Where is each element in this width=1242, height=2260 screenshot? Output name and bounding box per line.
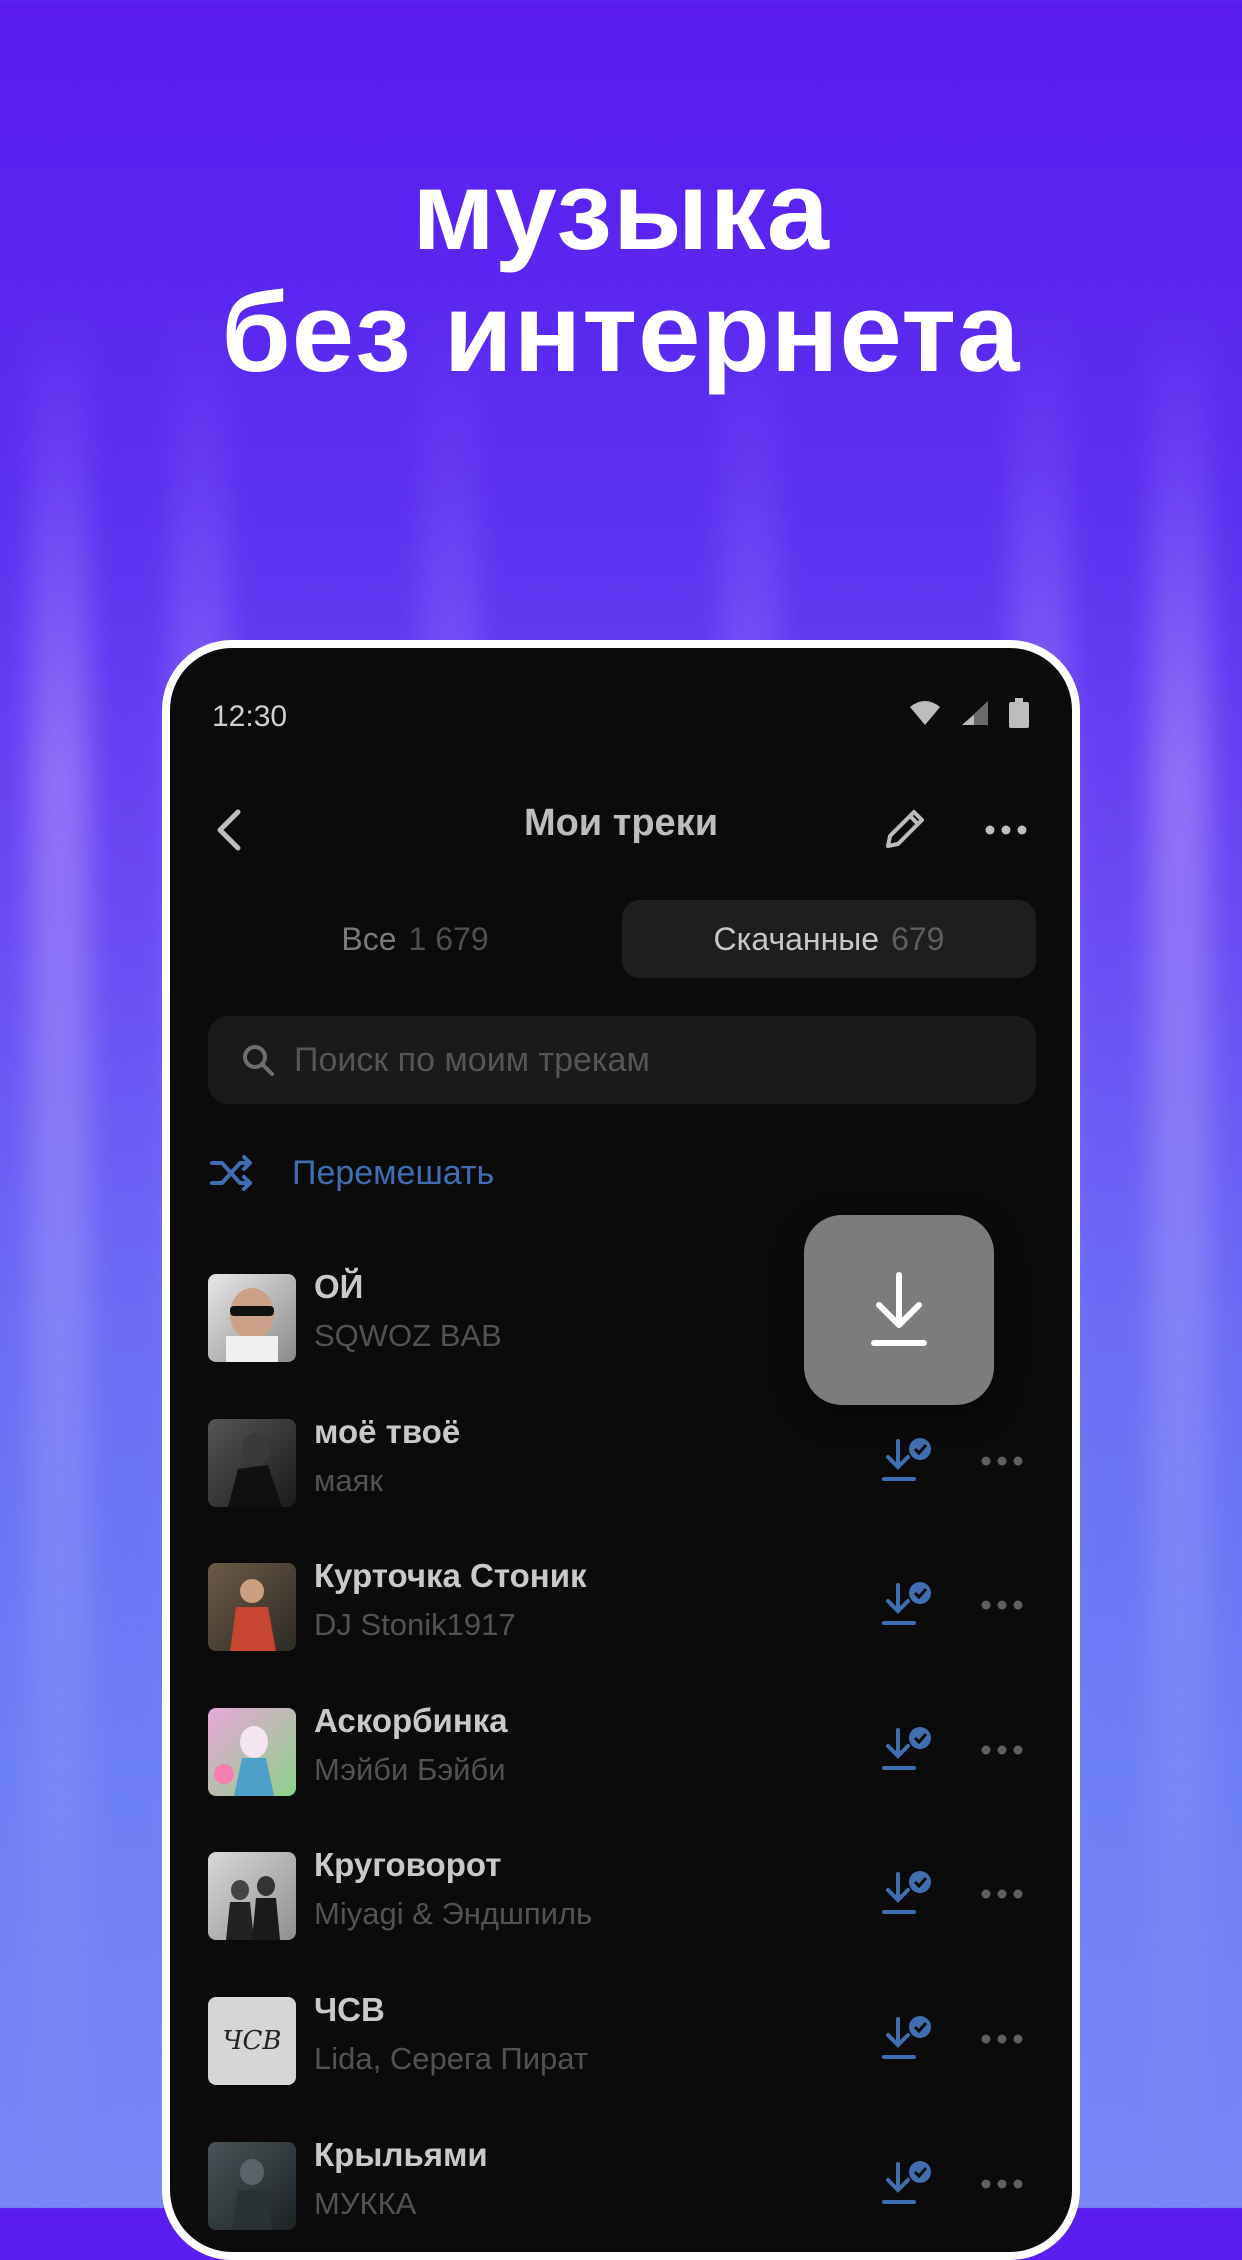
tab-all-count: 1 679	[408, 920, 489, 957]
track-artist: Lida, Серега Пират	[314, 2041, 589, 2076]
track-artist: Мэйби Бэйби	[314, 1752, 506, 1787]
page-title: Мои треки	[523, 802, 719, 844]
track-artist: DJ Stonik1917	[314, 1607, 516, 1642]
track-row[interactable]: моё твоё маяк	[208, 1413, 1036, 1513]
battery-icon	[1009, 698, 1029, 728]
tab-downloaded-count: 679	[891, 920, 945, 957]
track-title: Курточка Стоник	[314, 1557, 587, 1594]
download-arrow-icon	[871, 1272, 927, 1346]
more-dots-icon[interactable]	[972, 2162, 1032, 2206]
downloaded-check-icon[interactable]	[880, 1724, 936, 1778]
more-dots-icon[interactable]	[972, 1583, 1032, 1627]
more-dots-icon[interactable]	[972, 1439, 1032, 1483]
status-time: 12:30	[212, 700, 288, 733]
track-title: моё твоё	[314, 1413, 461, 1450]
signal-icon	[962, 701, 988, 725]
downloaded-check-icon[interactable]	[880, 1435, 936, 1489]
track-artist: маяк	[314, 1463, 383, 1498]
track-cover	[208, 1563, 296, 1651]
track-row[interactable]: Крыльями МУККА	[208, 2136, 1036, 2236]
downloaded-check-icon[interactable]	[880, 1579, 936, 1633]
phone-frame: 12:30 Мои треки Все 1 679 Скачанные 679 …	[162, 640, 1080, 2260]
tab-bar: Все 1 679 Скачанные 679	[208, 900, 1036, 978]
background-streak	[1150, 300, 1210, 2208]
track-cover	[208, 1708, 296, 1796]
edit-pencil-icon[interactable]	[876, 802, 932, 858]
track-artist: МУККА	[314, 2186, 417, 2221]
shuffle-icon	[210, 1155, 252, 1191]
track-title: ОЙ	[314, 1268, 364, 1305]
status-icons	[908, 698, 1030, 728]
track-title: ЧСВ	[314, 1991, 385, 2028]
track-cover	[208, 1852, 296, 1940]
headline-line-1: музыка	[412, 148, 830, 273]
track-cover-text: ЧСВ	[222, 2026, 282, 2056]
more-dots-icon[interactable]	[972, 2017, 1032, 2061]
track-title: Крыльями	[314, 2136, 488, 2173]
shuffle-label: Перемешать	[292, 1153, 495, 1192]
downloaded-check-icon[interactable]	[880, 1868, 936, 1922]
track-cover: ЧСВ	[208, 1997, 296, 2085]
more-dots-icon[interactable]	[972, 1728, 1032, 1772]
downloaded-check-icon[interactable]	[880, 2158, 936, 2212]
top-bar: Мои треки	[170, 788, 1072, 868]
wifi-icon	[910, 701, 940, 725]
tab-downloaded[interactable]: Скачанные 679	[622, 900, 1036, 978]
track-row[interactable]: Курточка Стоник DJ Stonik1917	[208, 1557, 1036, 1657]
track-row[interactable]: ЧСВ ЧСВ Lida, Серега Пират	[208, 1991, 1036, 2091]
track-row[interactable]: Аскорбинка Мэйби Бэйби	[208, 1702, 1036, 1802]
track-artist: SQWOZ BAB	[314, 1318, 502, 1353]
track-cover	[208, 1274, 296, 1362]
track-cover	[208, 1419, 296, 1507]
track-row[interactable]: Круговорот Miyagi & Эндшпиль	[208, 1846, 1036, 1946]
tab-all[interactable]: Все 1 679	[208, 900, 622, 978]
status-bar: 12:30	[170, 648, 1072, 738]
search-bar[interactable]	[208, 1016, 1036, 1104]
track-artist: Miyagi & Эндшпиль	[314, 1896, 593, 1931]
track-cover	[208, 2142, 296, 2230]
more-dots-icon[interactable]	[976, 802, 1036, 858]
shuffle-button[interactable]: Перемешать	[208, 1153, 494, 1193]
download-toast	[804, 1215, 994, 1405]
headline-line-2: без интернета	[221, 270, 1021, 395]
tab-downloaded-label: Скачанные	[713, 920, 880, 957]
track-title: Круговорот	[314, 1846, 502, 1883]
search-icon	[243, 1045, 274, 1076]
more-dots-icon[interactable]	[972, 1872, 1032, 1916]
downloaded-check-icon[interactable]	[880, 2013, 936, 2067]
background-streak	[30, 300, 90, 2208]
track-title: Аскорбинка	[314, 1702, 508, 1739]
promo-headline: музыка без интернета	[0, 150, 1242, 394]
search-input[interactable]	[292, 1039, 1036, 1081]
tab-all-label: Все	[341, 920, 397, 957]
